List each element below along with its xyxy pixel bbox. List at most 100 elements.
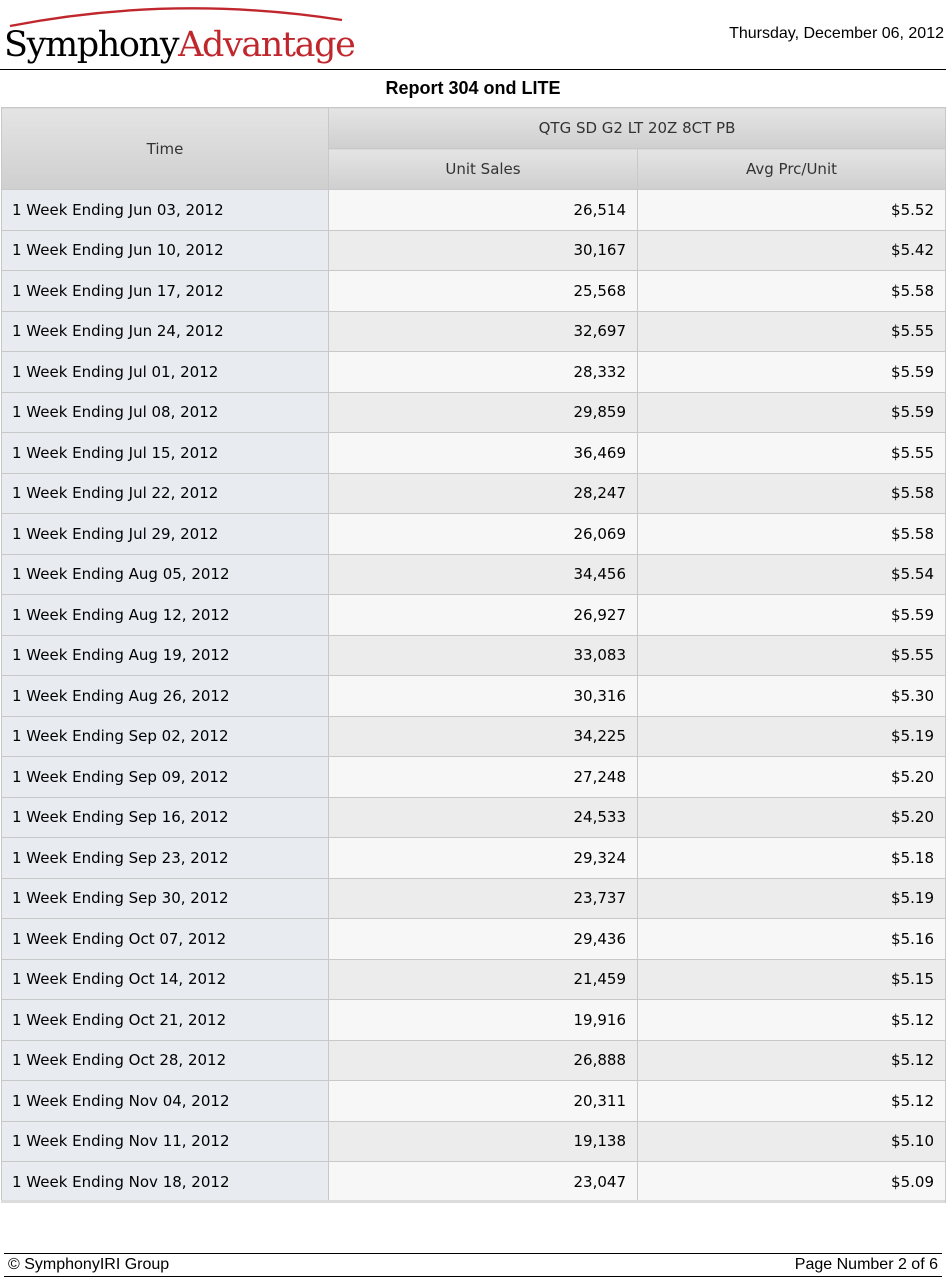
unit-sales-column-header: Unit Sales [328,148,638,190]
avg-price-cell: $5.54 [637,553,946,595]
week-ending-cell: 1 Week Ending Jul 08, 2012 [1,391,329,433]
week-ending-cell: 1 Week Ending Jun 17, 2012 [1,270,329,312]
page-number: Page Number 2 of 6 [794,1256,938,1273]
avg-price-cell: $5.18 [637,837,946,879]
avg-price-cell: $5.55 [637,432,946,474]
avg-price-cell: $5.15 [637,958,946,1000]
unit-sales-cell: 29,436 [328,918,638,960]
week-ending-cell: 1 Week Ending Jul 01, 2012 [1,351,329,393]
avg-price-cell: $5.10 [637,1120,946,1162]
avg-price-cell: $5.58 [637,513,946,555]
week-ending-cell: 1 Week Ending Jul 29, 2012 [1,513,329,555]
table-row: 1 Week Ending Sep 30, 2012 23,737 $5.19 [1,877,946,919]
unit-sales-cell: 26,888 [328,1039,638,1081]
unit-sales-cell: 32,697 [328,310,638,352]
report-table-body: 1 Week Ending Jun 03, 2012 26,514 $5.52 1 W… [1,189,946,1203]
unit-sales-cell: 26,927 [328,594,638,636]
avg-price-cell: $5.58 [637,472,946,514]
table-row: 1 Week Ending Jul 29, 2012 26,069 $5.58 [1,513,946,555]
avg-price-cell: $5.19 [637,877,946,919]
table-row: 1 Week Ending Nov 04, 2012 20,311 $5.12 [1,1080,946,1122]
table-row: 1 Week Ending Aug 26, 2012 30,316 $5.30 [1,675,946,717]
avg-price-cell: $5.59 [637,391,946,433]
week-ending-cell: 1 Week Ending Oct 07, 2012 [1,918,329,960]
avg-price-cell: $5.59 [637,594,946,636]
week-ending-cell: 1 Week Ending Sep 02, 2012 [1,715,329,757]
avg-price-cell: $5.59 [637,351,946,393]
unit-sales-cell: 29,859 [328,391,638,433]
table-row: 1 Week Ending Aug 12, 2012 26,927 $5.59 [1,594,946,636]
table-row: 1 Week Ending Jun 10, 2012 30,167 $5.42 [1,229,946,271]
unit-sales-cell: 25,568 [328,270,638,312]
avg-price-cell: $5.20 [637,756,946,798]
unit-sales-cell: 33,083 [328,634,638,676]
week-ending-cell: 1 Week Ending Aug 19, 2012 [1,634,329,676]
unit-sales-cell: 21,459 [328,958,638,1000]
table-row: 1 Week Ending Sep 09, 2012 27,248 $5.20 [1,756,946,798]
week-ending-cell: 1 Week Ending Sep 16, 2012 [1,796,329,838]
avg-price-cell: $5.58 [637,270,946,312]
week-ending-cell: 1 Week Ending Aug 12, 2012 [1,594,329,636]
unit-sales-cell: 30,316 [328,675,638,717]
week-ending-cell: 1 Week Ending Sep 09, 2012 [1,756,329,798]
unit-sales-cell: 24,533 [328,796,638,838]
avg-price-cell: $5.20 [637,796,946,838]
copyright-text: © SymphonyIRI Group [8,1256,170,1273]
logo-text-advantage: Advantage [178,25,356,65]
unit-sales-cell: 23,737 [328,877,638,919]
unit-sales-cell: 27,248 [328,756,638,798]
avg-price-cell: $5.12 [637,999,946,1041]
table-row: 1 Week Ending Jun 24, 2012 32,697 $5.55 [1,310,946,352]
unit-sales-cell: 34,225 [328,715,638,757]
week-ending-cell: 1 Week Ending Nov 04, 2012 [1,1080,329,1122]
week-ending-cell: 1 Week Ending Nov 18, 2012 [1,1161,329,1203]
table-row: 1 Week Ending Sep 02, 2012 34,225 $5.19 [1,715,946,757]
logo-text-symphony: Symphony [4,25,179,65]
product-header: QTG SD G2 LT 20Z 8CT PB [328,107,946,149]
avg-price-cell: $5.52 [637,189,946,231]
unit-sales-cell: 19,138 [328,1120,638,1162]
avg-price-cell: $5.30 [637,675,946,717]
table-row: 1 Week Ending Jul 15, 2012 36,469 $5.55 [1,432,946,474]
week-ending-cell: 1 Week Ending Oct 14, 2012 [1,958,329,1000]
report-date: Thursday, December 06, 2012 [729,25,944,42]
avg-price-cell: $5.19 [637,715,946,757]
unit-sales-cell: 26,514 [328,189,638,231]
table-row: 1 Week Ending Nov 18, 2012 23,047 $5.09 [1,1161,946,1203]
week-ending-cell: 1 Week Ending Sep 30, 2012 [1,877,329,919]
avg-price-cell: $5.55 [637,634,946,676]
table-row: 1 Week Ending Jun 03, 2012 26,514 $5.52 [1,189,946,231]
week-ending-cell: 1 Week Ending Jun 10, 2012 [1,229,329,271]
unit-sales-cell: 30,167 [328,229,638,271]
week-ending-cell: 1 Week Ending Jun 03, 2012 [1,189,329,231]
table-row: 1 Week Ending Aug 05, 2012 34,456 $5.54 [1,553,946,595]
table-row: 1 Week Ending Oct 28, 2012 26,888 $5.12 [1,1039,946,1081]
footer-divider [4,1253,942,1254]
table-row: 1 Week Ending Jun 17, 2012 25,568 $5.58 [1,270,946,312]
page-header: SymphonyAdvantage Thursday, December 06,… [0,0,946,70]
week-ending-cell: 1 Week Ending Jun 24, 2012 [1,310,329,352]
week-ending-cell: 1 Week Ending Sep 23, 2012 [1,837,329,879]
unit-sales-cell: 19,916 [328,999,638,1041]
table-row: 1 Week Ending Jul 01, 2012 28,332 $5.59 [1,351,946,393]
week-ending-cell: 1 Week Ending Aug 26, 2012 [1,675,329,717]
table-row: 1 Week Ending Oct 14, 2012 21,459 $5.15 [1,958,946,1000]
logo-text: SymphonyAdvantage [4,24,356,66]
unit-sales-cell: 28,247 [328,472,638,514]
unit-sales-cell: 26,069 [328,513,638,555]
footer-bottom-divider [4,1276,942,1277]
unit-sales-cell: 36,469 [328,432,638,474]
avg-price-cell: $5.12 [637,1039,946,1081]
avg-price-cell: $5.12 [637,1080,946,1122]
week-ending-cell: 1 Week Ending Jul 15, 2012 [1,432,329,474]
week-ending-cell: 1 Week Ending Nov 11, 2012 [1,1120,329,1162]
unit-sales-cell: 23,047 [328,1161,638,1203]
week-ending-cell: 1 Week Ending Jul 22, 2012 [1,472,329,514]
unit-sales-cell: 20,311 [328,1080,638,1122]
symphony-advantage-logo: SymphonyAdvantage [4,2,356,68]
table-row: 1 Week Ending Oct 07, 2012 29,436 $5.16 [1,918,946,960]
unit-sales-cell: 28,332 [328,351,638,393]
report-title: Report 304 ond LITE [385,78,561,98]
avg-price-column-header: Avg Prc/Unit [637,148,946,190]
avg-price-cell: $5.42 [637,229,946,271]
